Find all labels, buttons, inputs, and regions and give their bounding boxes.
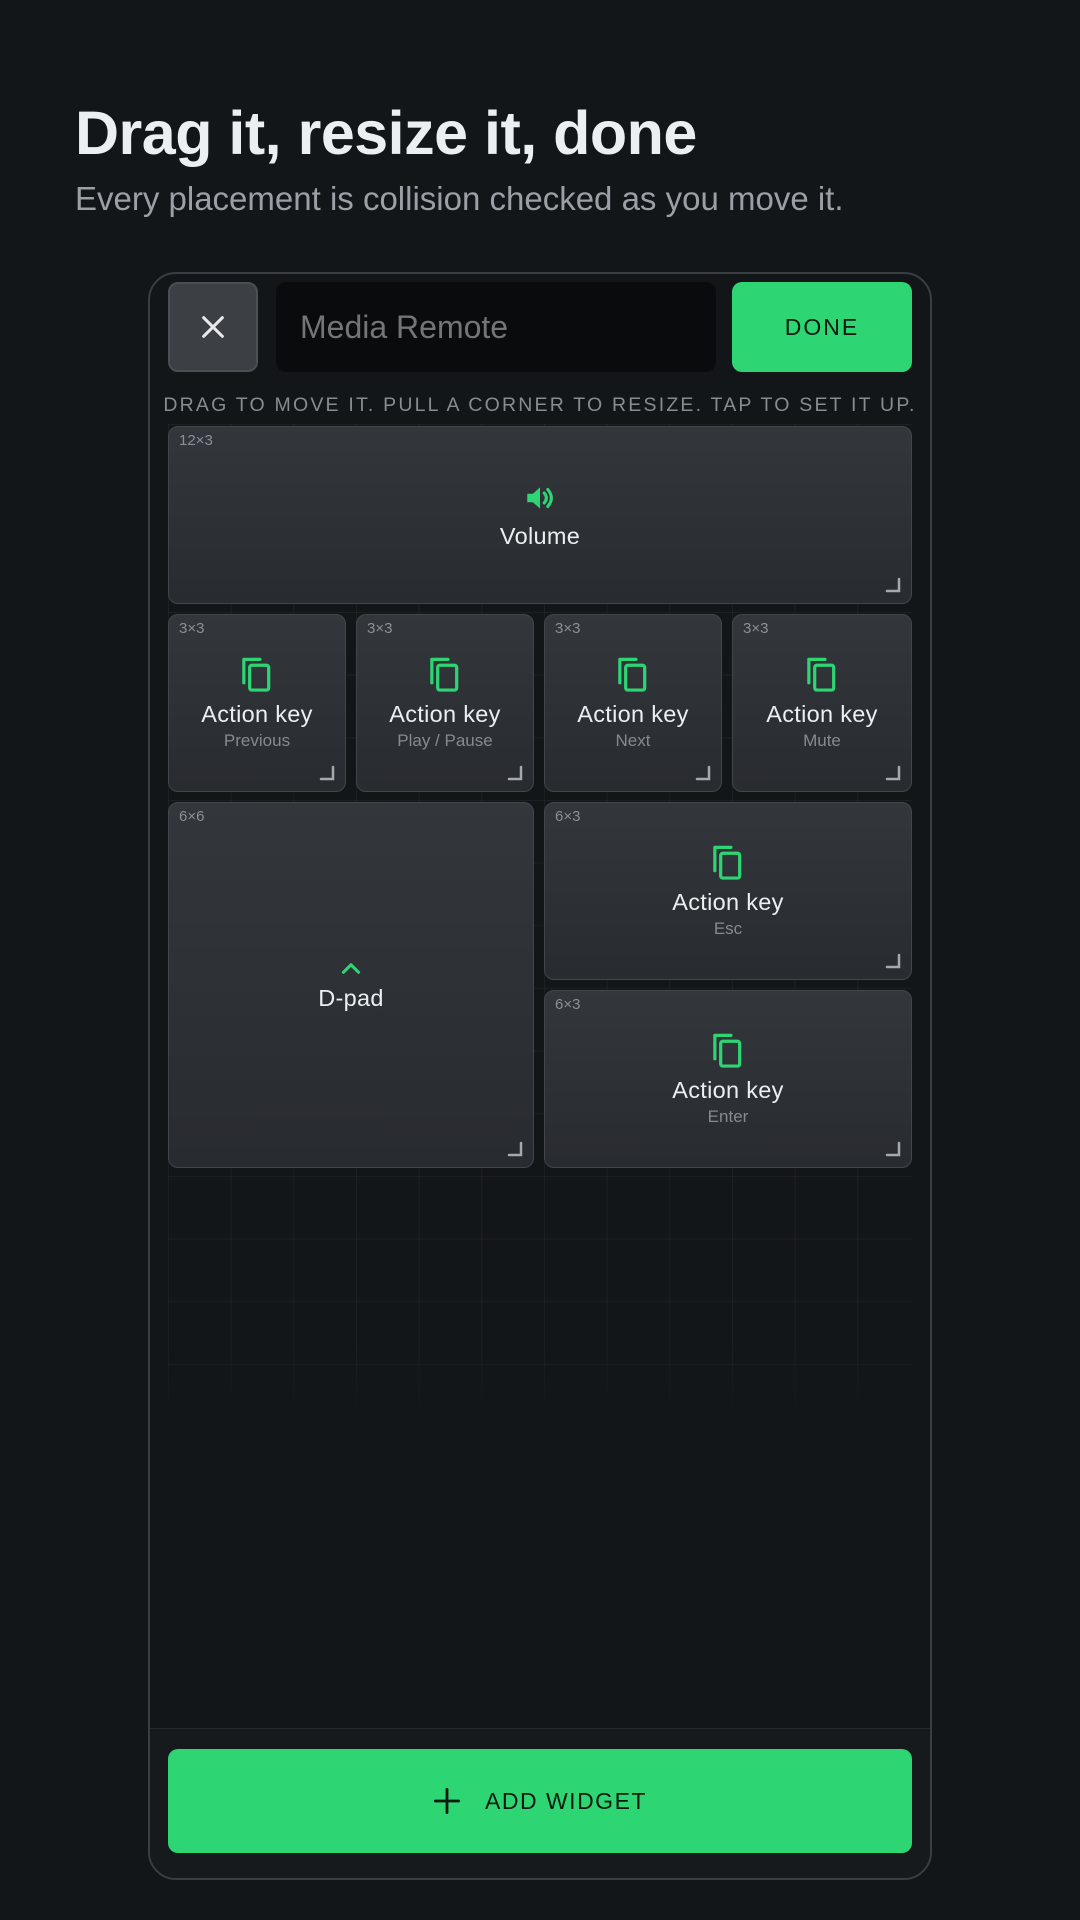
widget-volume[interactable]: 12×3 Volume	[168, 426, 912, 604]
widget-sublabel: Previous	[223, 731, 291, 750]
resize-handle-icon[interactable]	[885, 577, 901, 593]
widget-action-key-play-pause[interactable]: 3×3 Action key Play / Pause	[356, 614, 534, 792]
widget-label: Action key	[672, 1077, 784, 1103]
copy-icon	[618, 657, 647, 692]
widget-label: Action key	[766, 701, 878, 727]
widget-action-key-previous[interactable]: 3×3 Action key Previous	[168, 614, 346, 792]
plus-icon	[433, 1787, 461, 1815]
volume-icon	[527, 486, 553, 509]
widget-size-label: 3×3	[743, 620, 769, 637]
widget-size-label: 6×6	[179, 808, 205, 825]
resize-handle-icon[interactable]	[319, 765, 335, 781]
widget-label: Action key	[201, 701, 313, 727]
widget-label: Volume	[499, 522, 581, 549]
copy-icon	[242, 657, 271, 692]
widget-size-label: 3×3	[179, 620, 205, 637]
copy-icon	[807, 657, 836, 692]
chevron-up-icon	[341, 962, 361, 974]
widget-label: D-pad	[318, 984, 384, 1011]
copy-icon	[713, 845, 742, 880]
close-button[interactable]	[168, 282, 258, 372]
widget-sublabel: Enter	[707, 1107, 749, 1126]
widget-action-key-esc[interactable]: 6×3 Action key Esc	[544, 802, 912, 980]
widget-action-key-mute[interactable]: 3×3 Action key Mute	[732, 614, 912, 792]
widget-size-label: 6×3	[555, 996, 581, 1013]
widget-size-label: 6×3	[555, 808, 581, 825]
widget-action-key-next[interactable]: 3×3 Action key Next	[544, 614, 722, 792]
widget-sublabel: Play / Pause	[397, 731, 493, 750]
resize-handle-icon[interactable]	[507, 765, 523, 781]
bottom-bar: ADD WIDGET	[150, 1728, 930, 1878]
done-button[interactable]: DONE	[732, 282, 912, 372]
widget-label: Action key	[577, 701, 689, 727]
widget-action-key-enter[interactable]: 6×3 Action key Enter	[544, 990, 912, 1168]
widget-sublabel: Next	[615, 731, 651, 750]
copy-icon	[430, 657, 459, 692]
resize-handle-icon[interactable]	[885, 1141, 901, 1157]
remote-editor-frame: DONE DRAG TO MOVE IT. PULL A CORNER TO R…	[148, 272, 932, 1880]
widget-label: Action key	[389, 701, 501, 727]
widget-size-label: 3×3	[367, 620, 393, 637]
widget-size-label: 12×3	[179, 432, 213, 449]
remote-name-input[interactable]	[276, 282, 716, 372]
widget-sublabel: Mute	[803, 731, 841, 750]
widget-size-label: 3×3	[555, 620, 581, 637]
widget-dpad[interactable]: 6×6 D-pad	[168, 802, 534, 1168]
page-subtitle: Every placement is collision checked as …	[75, 180, 844, 217]
add-widget-button[interactable]: ADD WIDGET	[168, 1749, 912, 1853]
copy-icon	[713, 1033, 742, 1068]
widget-sublabel: Esc	[713, 919, 743, 938]
page-title: Drag it, resize it, done	[75, 99, 697, 167]
resize-handle-icon[interactable]	[695, 765, 711, 781]
add-widget-label: ADD WIDGET	[485, 1787, 647, 1814]
widget-label: Action key	[672, 889, 784, 915]
resize-handle-icon[interactable]	[885, 765, 901, 781]
close-icon	[202, 316, 224, 338]
editor-hint: DRAG TO MOVE IT. PULL A CORNER TO RESIZE…	[163, 394, 917, 416]
resize-handle-icon[interactable]	[885, 953, 901, 969]
resize-handle-icon[interactable]	[507, 1141, 523, 1157]
